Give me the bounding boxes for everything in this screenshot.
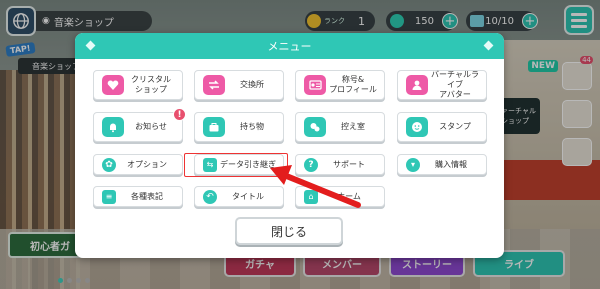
button-label: 交換所: [240, 80, 264, 89]
button-label: 持ち物: [240, 122, 264, 131]
close-button[interactable]: 閉じる: [235, 217, 343, 245]
return-icon: ↶: [203, 189, 217, 204]
purchase-info-icon: ▾: [406, 157, 420, 172]
button-label: ホーム: [337, 191, 361, 201]
stamp-button[interactable]: スタンプ: [397, 112, 487, 142]
bag-icon: [203, 117, 225, 137]
lounge-icon: [304, 117, 326, 137]
button-label: バーチャルライブ アバター: [431, 70, 479, 99]
title-profile-button[interactable]: 称号& プロフィール: [295, 70, 385, 100]
home-button[interactable]: ⌂ ホーム: [295, 186, 385, 207]
dialog-title: メニュー: [267, 40, 312, 53]
crystal-shop-button[interactable]: クリスタル ショップ: [93, 70, 183, 100]
exchange-button[interactable]: 交換所: [194, 70, 284, 100]
alert-badge-icon: !: [173, 108, 186, 121]
button-label: クリスタル ショップ: [131, 75, 171, 94]
diamond-icon: [85, 40, 96, 51]
button-label: サポート: [333, 159, 365, 169]
gear-icon: ✿: [102, 157, 116, 172]
inventory-button[interactable]: 持ち物: [194, 112, 284, 142]
data-transfer-button[interactable]: ⇆ データ引き継ぎ: [194, 154, 284, 175]
diamond-icon: [483, 40, 494, 51]
crystal-heart-icon: [102, 75, 124, 95]
button-label: タイトル: [232, 191, 264, 201]
exchange-icon: [203, 75, 225, 95]
waiting-room-button[interactable]: 控え室: [295, 112, 385, 142]
legal-notation-button[interactable]: ≡ 各種表記: [93, 186, 183, 207]
data-transfer-icon: ⇆: [203, 157, 217, 172]
help-icon: ?: [304, 157, 318, 172]
button-label: データ引き継ぎ: [220, 159, 276, 169]
stamp-icon: [406, 117, 428, 137]
bell-icon: [102, 117, 124, 137]
button-label: 各種表記: [131, 191, 163, 201]
button-label: お知らせ: [135, 122, 167, 131]
button-label: 購入情報: [435, 159, 467, 169]
button-label: 控え室: [341, 122, 365, 131]
options-button[interactable]: ✿ オプション: [93, 154, 183, 175]
button-label: スタンプ: [439, 122, 471, 131]
purchase-info-button[interactable]: ▾ 購入情報: [397, 154, 487, 175]
avatar-icon: [406, 75, 428, 95]
return-to-title-button[interactable]: ↶ タイトル: [194, 186, 284, 207]
news-button[interactable]: お知らせ !: [93, 108, 186, 142]
home-icon: ⌂: [304, 189, 318, 204]
button-label: オプション: [127, 159, 167, 169]
support-button[interactable]: ? サポート: [295, 154, 385, 175]
profile-card-icon: [304, 75, 326, 95]
virtual-live-avatar-button[interactable]: バーチャルライブ アバター: [397, 70, 487, 100]
document-icon: ≡: [102, 189, 116, 204]
dialog-header: メニュー: [75, 33, 504, 59]
button-label: 称号& プロフィール: [329, 75, 377, 94]
